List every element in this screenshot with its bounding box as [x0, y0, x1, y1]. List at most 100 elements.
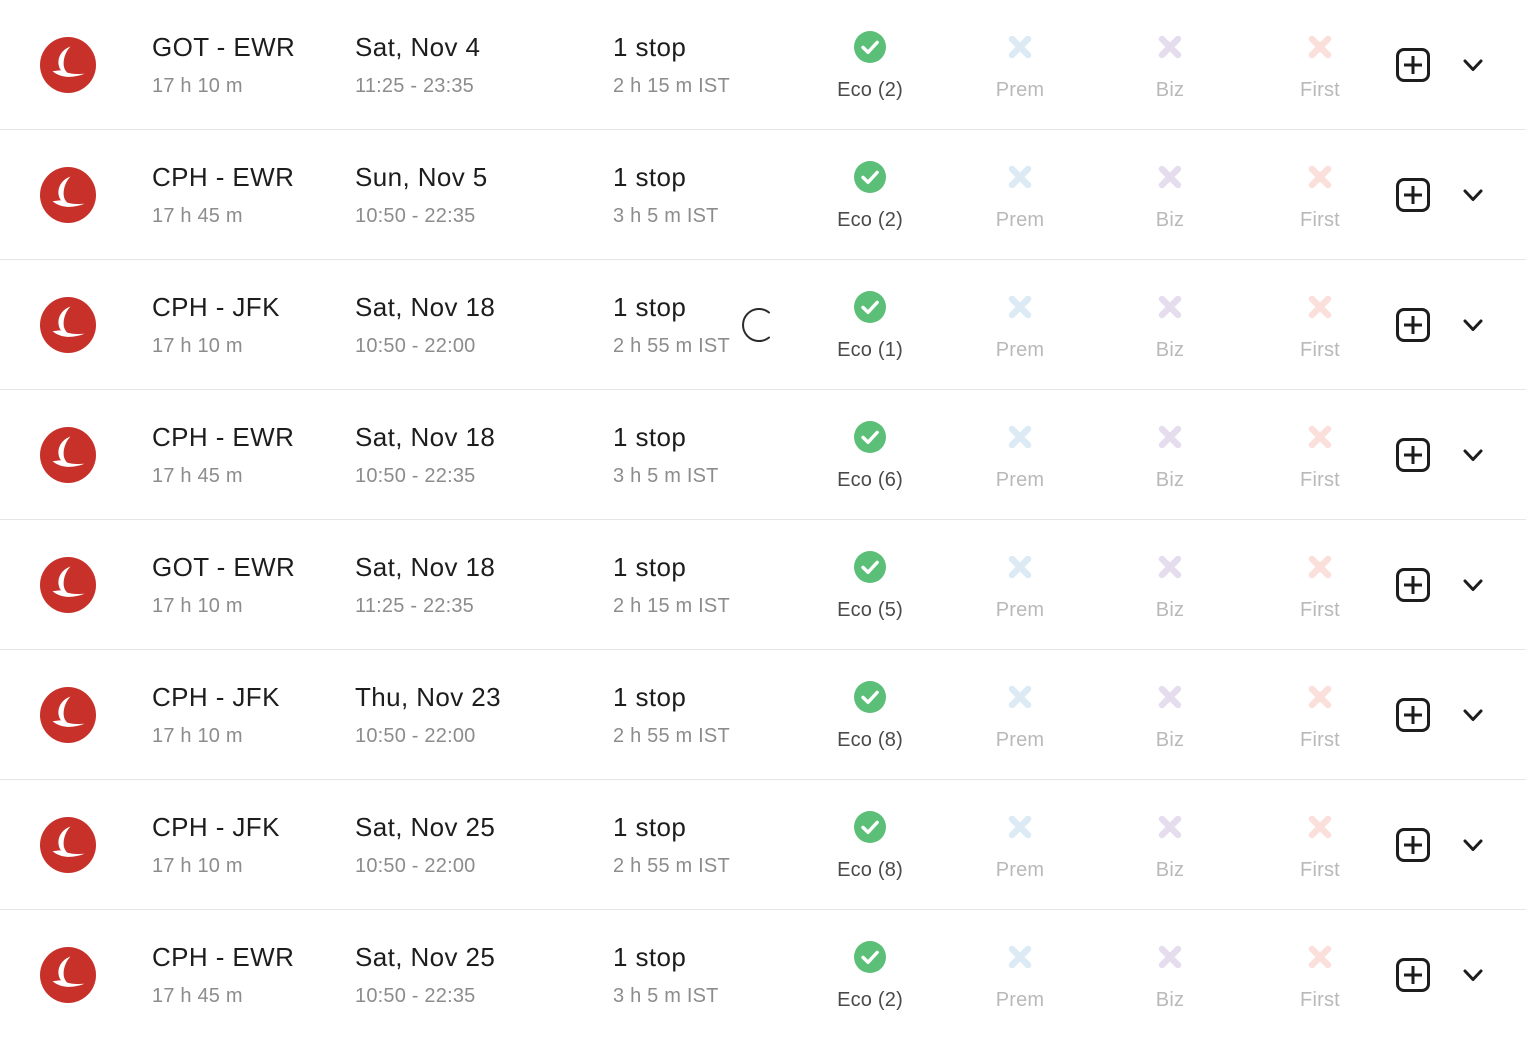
cabin-first-cell[interactable]: First [1260, 160, 1380, 230]
cabin-business-cell[interactable]: Biz [1110, 30, 1230, 100]
chevron-down-icon[interactable] [1456, 958, 1490, 992]
flight-row[interactable]: CPH - JFK 17 h 10 m Thu, Nov 23 10:50 - … [0, 650, 1526, 780]
first-status-icon-wrap [1260, 940, 1380, 974]
first-status-icon-wrap [1260, 680, 1380, 714]
times-label: 10:50 - 22:00 [355, 334, 476, 357]
cabin-premium-cell[interactable]: Prem [960, 550, 1080, 620]
cabin-first-cell[interactable]: First [1260, 550, 1380, 620]
business-status-icon-wrap [1110, 680, 1230, 714]
add-flight-button[interactable] [1396, 307, 1430, 342]
chevron-down-icon[interactable] [1456, 568, 1490, 602]
cabin-first-cell[interactable]: First [1260, 30, 1380, 100]
flight-row[interactable]: CPH - EWR 17 h 45 m Sat, Nov 18 10:50 - … [0, 390, 1526, 520]
cabin-business-cell[interactable]: Biz [1110, 290, 1230, 360]
stops-cell: 1 stop 3 h 5 m IST [613, 944, 719, 1006]
cabin-premium-cell[interactable]: Prem [960, 680, 1080, 750]
x-mark-icon [1308, 815, 1332, 838]
cabin-premium-cell[interactable]: Prem [960, 810, 1080, 880]
date-cell: Sat, Nov 18 11:25 - 22:35 [355, 554, 495, 616]
x-mark-icon [1008, 425, 1032, 448]
chevron-down-icon[interactable] [1456, 178, 1490, 212]
chevron-down-icon[interactable] [1456, 438, 1490, 472]
add-flight-button[interactable] [1396, 177, 1430, 212]
check-circle-icon [854, 420, 886, 453]
loading-spinner [742, 306, 780, 344]
cabin-premium-cell[interactable]: Prem [960, 420, 1080, 490]
cabin-economy-cell[interactable]: Eco (8) [810, 810, 930, 880]
cabin-premium-cell[interactable]: Prem [960, 30, 1080, 100]
cabin-premium-cell[interactable]: Prem [960, 160, 1080, 230]
chevron-down-icon[interactable] [1456, 308, 1490, 342]
cabin-economy-cell[interactable]: Eco (6) [810, 420, 930, 490]
cabin-first-cell[interactable]: First [1260, 810, 1380, 880]
business-status-icon-wrap [1110, 420, 1230, 454]
flight-row[interactable]: CPH - JFK 17 h 10 m Sat, Nov 18 10:50 - … [0, 260, 1526, 390]
turkish-airlines-logo-icon [40, 816, 96, 873]
cabin-business-cell[interactable]: Biz [1110, 420, 1230, 490]
premium-label: Prem [995, 728, 1045, 751]
cabin-business-cell[interactable]: Biz [1110, 160, 1230, 230]
add-flight-button[interactable] [1396, 827, 1430, 862]
x-mark-icon [1008, 295, 1032, 318]
premium-status-icon-wrap [960, 940, 1080, 974]
add-flight-button[interactable] [1396, 567, 1430, 602]
business-status-icon-wrap [1110, 290, 1230, 324]
cabin-economy-cell[interactable]: Eco (2) [810, 160, 930, 230]
cabin-first-cell[interactable]: First [1260, 420, 1380, 490]
stops-label: 1 stop [613, 811, 687, 842]
stops-label: 1 stop [613, 291, 687, 322]
first-label: First [1300, 208, 1340, 231]
cabin-business-cell[interactable]: Biz [1110, 550, 1230, 620]
cabin-premium-cell[interactable]: Prem [960, 290, 1080, 360]
premium-label: Prem [995, 468, 1045, 491]
first-label: First [1300, 858, 1340, 881]
add-flight-button[interactable] [1396, 958, 1430, 992]
flight-row[interactable]: CPH - JFK 17 h 10 m Sat, Nov 25 10:50 - … [0, 780, 1526, 910]
flight-row[interactable]: GOT - EWR 17 h 10 m Sat, Nov 4 11:25 - 2… [0, 0, 1526, 130]
cabin-first-cell[interactable]: First [1260, 290, 1380, 360]
premium-label: Prem [995, 989, 1045, 1011]
route-label: CPH - JFK [152, 291, 280, 322]
add-flight-button[interactable] [1396, 437, 1430, 472]
date-label: Sat, Nov 4 [355, 31, 481, 62]
stops-label: 1 stop [613, 421, 687, 452]
x-mark-icon [1158, 685, 1182, 708]
cabin-first-cell[interactable]: First [1260, 680, 1380, 750]
business-status-icon-wrap [1110, 550, 1230, 584]
date-label: Sat, Nov 18 [355, 291, 496, 322]
economy-status-icon-wrap [810, 810, 930, 844]
cabin-business-cell[interactable]: Biz [1110, 810, 1230, 880]
cabin-business-cell[interactable]: Biz [1110, 940, 1230, 1010]
chevron-down-icon[interactable] [1456, 698, 1490, 732]
premium-status-icon-wrap [960, 680, 1080, 714]
date-cell: Sat, Nov 4 11:25 - 23:35 [355, 34, 480, 96]
check-circle-icon [854, 290, 886, 323]
x-mark-icon [1158, 425, 1182, 448]
chevron-down-icon[interactable] [1456, 48, 1490, 82]
cabin-economy-cell[interactable]: Eco (2) [810, 940, 930, 1010]
cabin-business-cell[interactable]: Biz [1110, 680, 1230, 750]
cabin-economy-cell[interactable]: Eco (8) [810, 680, 930, 750]
cabin-economy-cell[interactable]: Eco (2) [810, 30, 930, 100]
flight-row[interactable]: CPH - EWR 17 h 45 m Sat, Nov 25 10:50 - … [0, 910, 1526, 1040]
add-flight-button[interactable] [1396, 697, 1430, 732]
airline-logo-cell [40, 296, 96, 353]
x-mark-icon [1008, 165, 1032, 188]
stops-cell: 1 stop 2 h 55 m IST [613, 684, 730, 746]
turkish-airlines-logo-icon [40, 166, 96, 223]
route-label: CPH - EWR [152, 421, 295, 452]
cabin-economy-cell[interactable]: Eco (5) [810, 550, 930, 620]
premium-label: Prem [995, 208, 1045, 231]
add-flight-button[interactable] [1396, 47, 1430, 82]
flight-row[interactable]: GOT - EWR 17 h 10 m Sat, Nov 18 11:25 - … [0, 520, 1526, 650]
economy-label: Eco (8) [837, 728, 903, 751]
cabin-economy-cell[interactable]: Eco (1) [810, 290, 930, 360]
stops-label: 1 stop [613, 161, 687, 192]
flight-row[interactable]: CPH - EWR 17 h 45 m Sun, Nov 5 10:50 - 2… [0, 130, 1526, 260]
x-mark-icon [1158, 35, 1182, 58]
cabin-first-cell[interactable]: First [1260, 940, 1380, 1010]
chevron-down-icon[interactable] [1456, 828, 1490, 862]
x-mark-icon [1308, 555, 1332, 578]
cabin-premium-cell[interactable]: Prem [960, 940, 1080, 1010]
business-label: Biz [1155, 858, 1185, 881]
